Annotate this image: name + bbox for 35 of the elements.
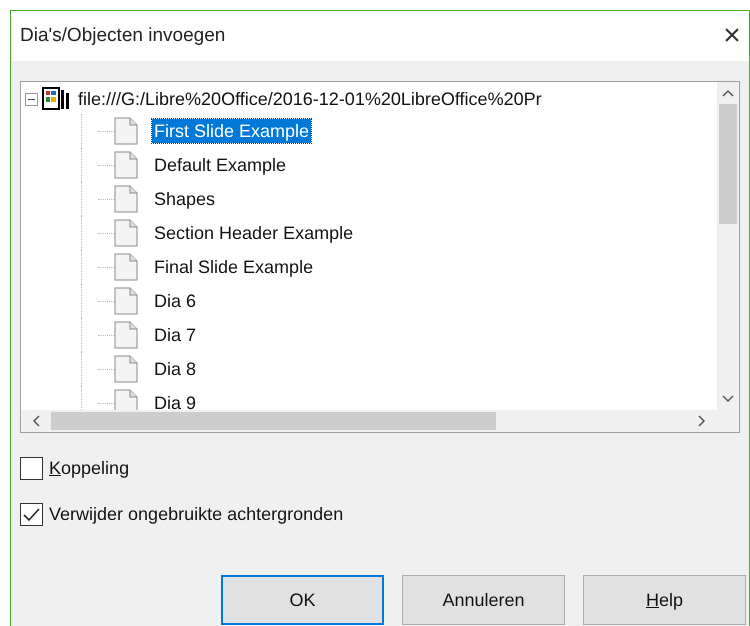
checkbox[interactable] xyxy=(20,503,43,526)
scroll-left-icon[interactable] xyxy=(32,415,40,427)
document-icon xyxy=(114,321,138,349)
dialog-button[interactable]: Help xyxy=(583,575,746,625)
slide-item[interactable]: Final Slide Example xyxy=(152,255,316,279)
slide-item[interactable]: Default Example xyxy=(152,153,288,177)
presentation-icon xyxy=(42,87,70,111)
collapse-toggle[interactable] xyxy=(25,92,38,106)
slide-item[interactable]: Shapes xyxy=(152,187,218,211)
document-icon xyxy=(114,287,138,315)
scroll-thumb[interactable] xyxy=(51,412,496,430)
checkbox-label: Koppeling xyxy=(49,457,130,480)
scroll-down-icon[interactable] xyxy=(722,395,734,403)
scroll-thumb[interactable] xyxy=(719,104,737,224)
window-title: Dia's/Objecten invoegen xyxy=(20,24,226,48)
dialog-button[interactable]: OK xyxy=(221,575,384,625)
checkbox-label: Verwijder ongebruikte achtergronden xyxy=(49,503,344,526)
slide-item[interactable]: Dia 9 xyxy=(152,391,198,410)
document-icon xyxy=(114,151,138,179)
scroll-right-icon[interactable] xyxy=(698,415,706,427)
document-icon xyxy=(114,253,138,281)
slide-item[interactable]: Dia 7 xyxy=(152,323,198,347)
file-path[interactable]: file:///G:/Libre%20Office/2016-12-01%20LibreOffice%20Pr xyxy=(78,86,542,112)
slide-item[interactable]: First Slide Example xyxy=(152,119,312,143)
slide-item[interactable]: Section Header Example xyxy=(152,221,356,245)
document-icon xyxy=(114,117,138,145)
slide-item[interactable]: Dia 6 xyxy=(152,289,198,313)
slide-item[interactable]: Dia 8 xyxy=(152,357,198,381)
document-icon xyxy=(114,219,138,247)
document-icon xyxy=(114,355,138,383)
dialog-button[interactable]: Annuleren xyxy=(402,575,565,625)
document-icon xyxy=(114,185,138,213)
scroll-up-icon[interactable] xyxy=(722,89,734,97)
checkbox[interactable] xyxy=(20,457,43,480)
close-button[interactable]: × xyxy=(717,21,747,51)
